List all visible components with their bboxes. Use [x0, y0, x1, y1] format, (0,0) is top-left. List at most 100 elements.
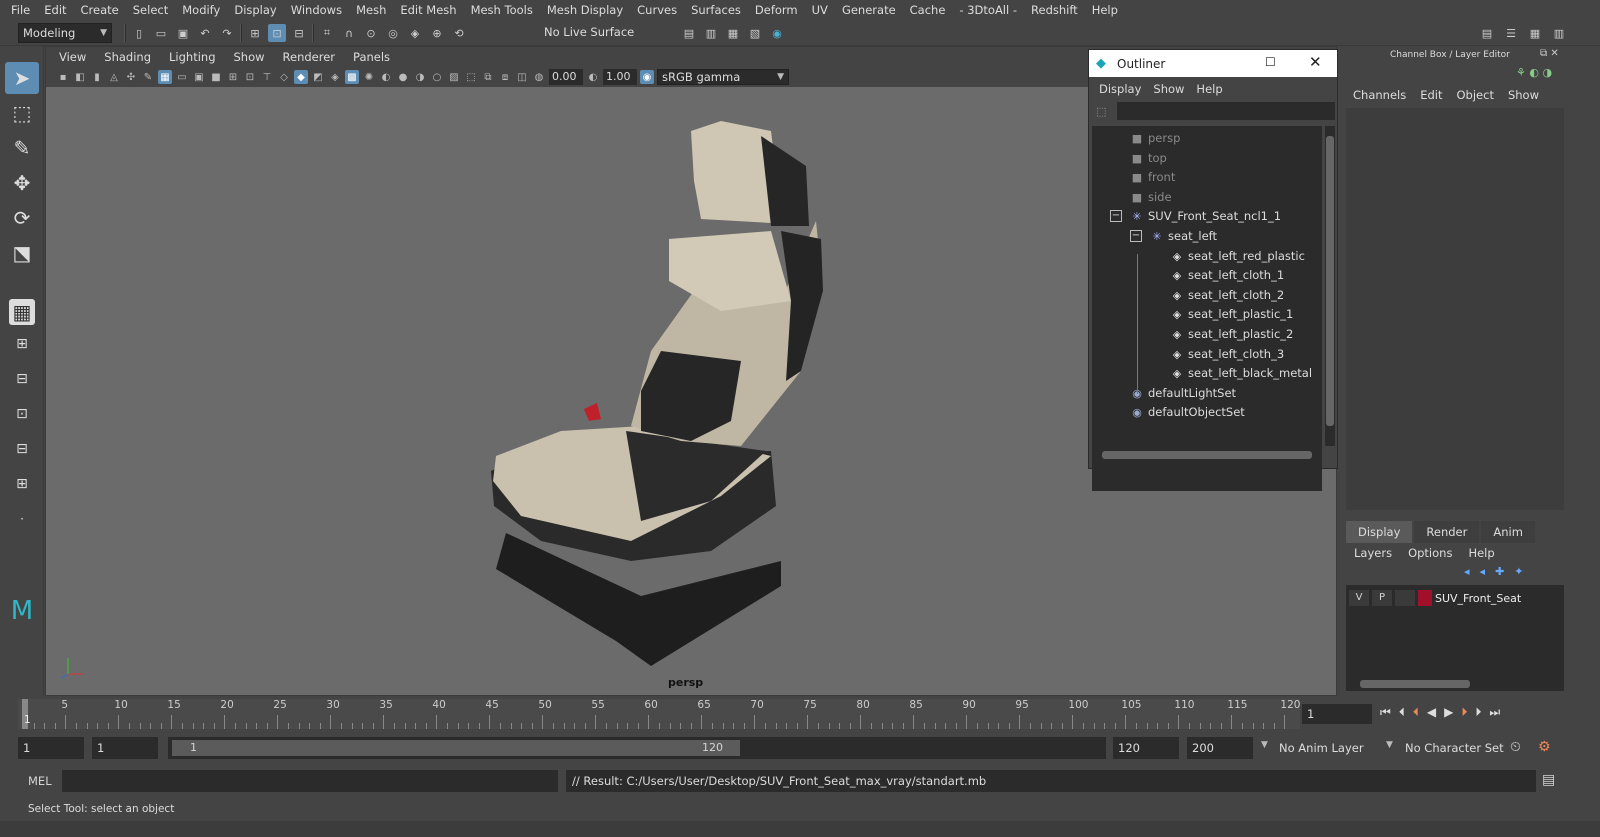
- layer-menu-layers[interactable]: Layers: [1346, 546, 1400, 560]
- wireframe-on-shaded-icon[interactable]: ◈: [328, 70, 342, 84]
- safe-title-icon[interactable]: ⊤: [260, 70, 274, 84]
- render-view-icon[interactable]: ▤: [680, 24, 698, 42]
- menu-item-uv[interactable]: UV: [805, 3, 835, 17]
- new-scene-icon[interactable]: ▯: [130, 24, 148, 42]
- menu-item-deform[interactable]: Deform: [748, 3, 805, 17]
- channel-box-menu-object[interactable]: Object: [1450, 88, 1501, 102]
- menu-item-generate[interactable]: Generate: [835, 3, 903, 17]
- 2d-pan-icon[interactable]: ✣: [124, 70, 138, 84]
- layer-playback-toggle[interactable]: P: [1372, 590, 1392, 606]
- smooth-shade-icon[interactable]: ◆: [294, 70, 308, 84]
- gate-mask-icon[interactable]: ■: [209, 70, 223, 84]
- playback-end-field[interactable]: 120: [1113, 737, 1179, 759]
- step-forward-key-icon[interactable]: ⏵: [1461, 705, 1467, 720]
- snap-surface-icon[interactable]: ◈: [406, 24, 424, 42]
- outliner-item[interactable]: ◉ defaultLightSet: [1130, 384, 1236, 403]
- four-pane-icon[interactable]: ⊞: [5, 328, 39, 360]
- scroll-thumb[interactable]: [1360, 680, 1470, 688]
- anim-prefs-icon[interactable]: ⚙: [1538, 739, 1551, 755]
- more-layouts-icon[interactable]: ·: [5, 503, 39, 535]
- outliner-item[interactable]: ◈ seat_left_cloth_1: [1170, 266, 1284, 285]
- move-layer-up-icon[interactable]: ◂: [1464, 565, 1470, 578]
- channel-box-menu-show[interactable]: Show: [1501, 88, 1546, 102]
- ipr-render-icon[interactable]: ▦: [724, 24, 742, 42]
- play-backwards-icon[interactable]: ◀: [1427, 705, 1436, 720]
- safe-action-icon[interactable]: ⊡: [243, 70, 257, 84]
- outliner-menu-help[interactable]: Help: [1190, 82, 1228, 96]
- playback-start-field[interactable]: 1: [92, 737, 158, 759]
- scene-start-field[interactable]: 1: [18, 737, 84, 759]
- outliner-item[interactable]: ◈ seat_left_black_metal: [1170, 364, 1312, 383]
- channel-box-menu-edit[interactable]: Edit: [1413, 88, 1449, 102]
- channel-box-option-icons[interactable]: ⚘ ◐ ◑: [1516, 66, 1552, 79]
- menu-item-help[interactable]: Help: [1085, 3, 1125, 17]
- snap-view-icon[interactable]: ◎: [384, 24, 402, 42]
- range-slider-handle[interactable]: [172, 740, 740, 756]
- grease-pencil-icon[interactable]: ✎: [141, 70, 155, 84]
- single-pane-icon[interactable]: ▦: [9, 299, 35, 325]
- image-plane-icon[interactable]: ◬: [107, 70, 121, 84]
- bookmark-icon[interactable]: ▮: [90, 70, 104, 84]
- float-icon[interactable]: ⧉ ✕: [1540, 48, 1559, 59]
- viewport-menu-view[interactable]: View: [50, 50, 95, 64]
- snap-live-icon[interactable]: ⊕: [428, 24, 446, 42]
- textured-icon[interactable]: ▩: [345, 70, 359, 84]
- scroll-thumb[interactable]: [1102, 451, 1312, 459]
- persp-graph-icon[interactable]: ⊡: [5, 398, 39, 430]
- select-object-icon[interactable]: ⊡: [268, 24, 286, 42]
- outliner-item[interactable]: ◈ seat_left_cloth_3: [1170, 345, 1284, 364]
- maximize-icon[interactable]: ☐: [1265, 55, 1276, 69]
- live-surface-field[interactable]: No Live Surface: [540, 23, 640, 43]
- menu-item-file[interactable]: File: [4, 3, 37, 17]
- layer-row[interactable]: V P SUV_Front_Seat: [1349, 590, 1521, 606]
- outliner-item[interactable]: ◈ seat_left_red_plastic: [1170, 247, 1305, 266]
- mel-label[interactable]: MEL: [28, 774, 52, 788]
- layer-tab-render[interactable]: Render: [1414, 521, 1480, 543]
- close-icon[interactable]: ✕: [1309, 53, 1322, 71]
- step-back-icon[interactable]: ⏴: [1399, 705, 1405, 720]
- attribute-editor-icon[interactable]: ☰: [1502, 24, 1520, 42]
- layer-menu-help[interactable]: Help: [1460, 546, 1502, 560]
- move-layer-down-icon[interactable]: ◂: [1480, 565, 1486, 578]
- current-frame-field[interactable]: 1: [1302, 704, 1372, 724]
- new-layer-selected-icon[interactable]: ✦: [1514, 565, 1523, 578]
- layer-type-toggle[interactable]: [1395, 590, 1415, 606]
- menu-item-redshift[interactable]: Redshift: [1024, 3, 1085, 17]
- mode-dropdown[interactable]: Modeling ▼: [18, 23, 112, 43]
- scroll-thumb[interactable]: [1326, 136, 1334, 426]
- outliner-item[interactable]: ■ side: [1130, 188, 1172, 207]
- viewport-menu-show[interactable]: Show: [225, 50, 274, 64]
- snap-point-icon[interactable]: ⊙: [362, 24, 380, 42]
- menu-item-surfaces[interactable]: Surfaces: [684, 3, 748, 17]
- menu-item-curves[interactable]: Curves: [630, 3, 684, 17]
- camera-select-icon[interactable]: ▪: [56, 70, 70, 84]
- step-back-key-icon[interactable]: ⏴: [1413, 705, 1419, 720]
- play-forwards-icon[interactable]: ▶: [1444, 705, 1453, 720]
- xray-icon[interactable]: ⧉: [481, 70, 495, 84]
- bounding-box-icon[interactable]: ◩: [311, 70, 325, 84]
- resolution-gate-icon[interactable]: ▣: [192, 70, 206, 84]
- xray-components-icon[interactable]: ◫: [515, 70, 529, 84]
- wireframe-icon[interactable]: ◇: [277, 70, 291, 84]
- color-management-icon[interactable]: ◉: [640, 70, 654, 84]
- outliner-vscrollbar[interactable]: [1325, 126, 1335, 446]
- outliner-item[interactable]: ✳ seat_left: [1150, 227, 1217, 246]
- snap-grid-icon[interactable]: ⌗: [318, 24, 336, 42]
- scale-tool-icon[interactable]: ⬔: [5, 237, 39, 269]
- auto-key-icon[interactable]: ⏲: [1510, 739, 1521, 755]
- outliner-hscrollbar[interactable]: [1092, 448, 1322, 462]
- modeling-toolkit-icon[interactable]: ▤: [1478, 24, 1496, 42]
- render-frame-icon[interactable]: ▥: [702, 24, 720, 42]
- layer-action-icons[interactable]: ◂ ◂ ✚ ✦: [1464, 565, 1524, 578]
- open-scene-icon[interactable]: ▭: [152, 24, 170, 42]
- gamma-icon[interactable]: ◐: [586, 70, 600, 84]
- outliner-menu-display[interactable]: Display: [1093, 82, 1147, 96]
- save-scene-icon[interactable]: ▣: [174, 24, 192, 42]
- layer-hscrollbar[interactable]: [1346, 677, 1564, 691]
- menu-item-edit-mesh[interactable]: Edit Mesh: [393, 3, 463, 17]
- filter-icon[interactable]: ⬚: [1096, 105, 1106, 118]
- layer-tab-display[interactable]: Display: [1346, 521, 1413, 543]
- select-tool-icon[interactable]: ➤: [5, 62, 39, 94]
- viewport-menu-panels[interactable]: Panels: [344, 50, 399, 64]
- move-tool-icon[interactable]: ✥: [5, 167, 39, 199]
